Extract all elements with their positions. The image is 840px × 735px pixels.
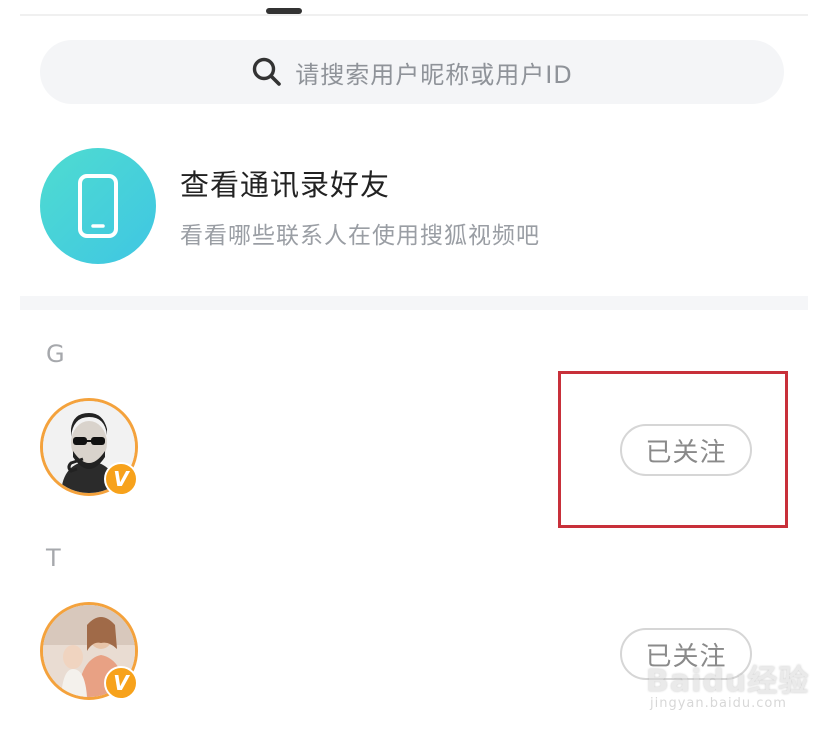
contacts-text: 查看通讯录好友 看看哪些联系人在使用搜狐视频吧 — [180, 162, 540, 250]
top-divider — [20, 14, 808, 16]
index-letter: G — [46, 340, 65, 368]
contacts-title: 查看通讯录好友 — [180, 168, 391, 202]
verified-badge: V — [104, 462, 138, 496]
search-input[interactable]: 请搜索用户昵称或用户ID — [40, 40, 784, 104]
section-divider — [20, 296, 808, 310]
watermark-brand: Baidu经验 — [646, 664, 810, 699]
search-icon — [251, 56, 283, 88]
index-letter: T — [46, 544, 61, 572]
contacts-icon-circle — [40, 148, 156, 264]
view-contacts-friends[interactable]: 查看通讯录好友 看看哪些联系人在使用搜狐视频吧 — [40, 148, 800, 264]
phone-icon — [78, 174, 118, 238]
watermark-url: jingyan.baidu.com — [650, 696, 787, 711]
baidu-jingyan-watermark: Baidu经验 jingyan.baidu.com — [646, 656, 816, 720]
follow-list-screen: 请搜索用户昵称或用户ID 查看通讯录好友 看看哪些联系人在使用搜狐视频吧 G V… — [0, 0, 840, 735]
following-button[interactable]: 已关注 — [620, 424, 752, 476]
verified-badge: V — [104, 666, 138, 700]
contacts-subtitle: 看看哪些联系人在使用搜狐视频吧 — [180, 223, 540, 249]
search-placeholder: 请搜索用户昵称或用户ID — [295, 60, 573, 89]
user-row[interactable]: V 已关注 — [40, 398, 800, 498]
